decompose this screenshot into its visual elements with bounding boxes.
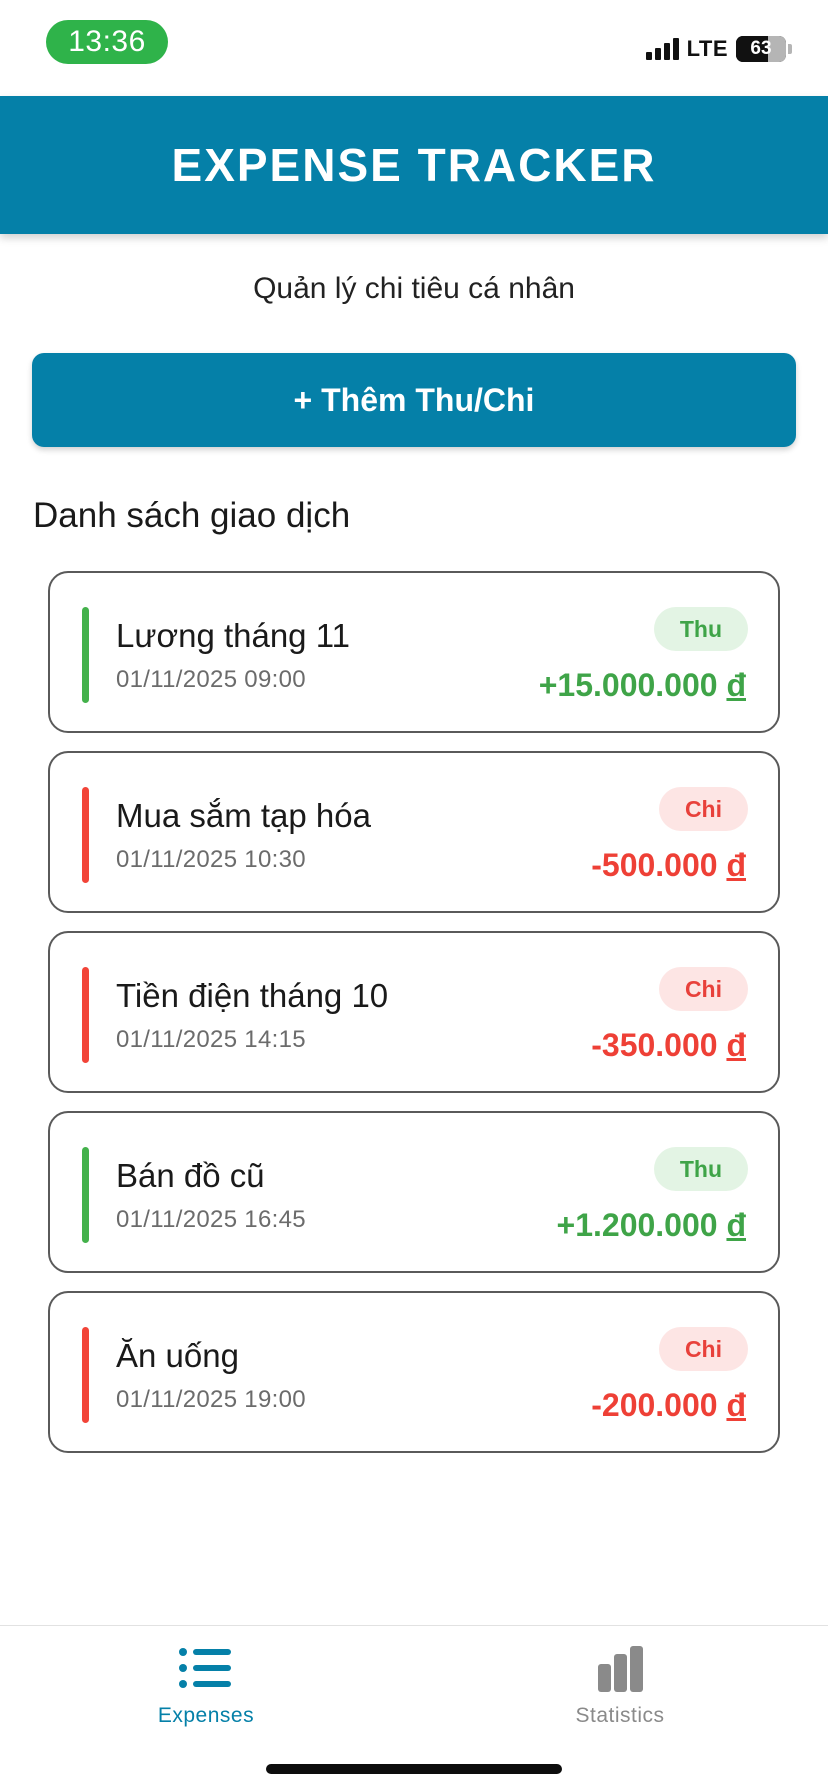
transaction-amount: +1.200.000 đ [557, 1207, 746, 1244]
transaction-datetime: 01/11/2025 09:00 [116, 666, 306, 693]
transaction-name: Ăn uống [116, 1337, 239, 1374]
transaction-list: Lương tháng 11 01/11/2025 09:00 Thu +15.… [48, 571, 780, 1471]
transaction-datetime: 01/11/2025 14:15 [116, 1026, 306, 1053]
home-indicator [266, 1764, 562, 1774]
app-screen: 13:36 LTE 63 EXPENSE TRACKER Quản lý chi… [0, 0, 828, 1792]
transaction-type-badge: Chi [658, 787, 748, 831]
app-header: EXPENSE TRACKER [0, 96, 828, 234]
expense-indicator-bar [82, 787, 89, 883]
transaction-card[interactable]: Lương tháng 11 01/11/2025 09:00 Thu +15.… [48, 571, 780, 733]
transaction-type-badge: Chi [658, 967, 748, 1011]
status-bar: 13:36 LTE 63 [0, 0, 828, 96]
currency-symbol: đ [726, 1027, 746, 1063]
transaction-datetime: 01/11/2025 10:30 [116, 846, 306, 873]
battery-tip [788, 44, 792, 54]
expense-indicator-bar [82, 1327, 89, 1423]
amount-value: -200.000 [591, 1387, 718, 1423]
transaction-datetime: 01/11/2025 19:00 [116, 1386, 306, 1413]
currency-symbol: đ [726, 1387, 746, 1423]
amount-value: +1.200.000 [556, 1207, 718, 1243]
transaction-type-badge: Thu [653, 607, 748, 651]
transaction-type-badge: Thu [653, 1147, 748, 1191]
transaction-name: Lương tháng 11 [116, 617, 350, 654]
currency-symbol: đ [726, 667, 746, 703]
bar-chart-icon [598, 1646, 643, 1692]
amount-value: -500.000 [591, 847, 718, 883]
amount-value: -350.000 [591, 1027, 718, 1063]
tab-expenses-label: Expenses [157, 1704, 255, 1727]
expense-indicator-bar [82, 967, 89, 1063]
transaction-list-title: Danh sách giao dịch [33, 496, 351, 535]
transaction-amount: -350.000 đ [591, 1027, 746, 1064]
transaction-amount: -200.000 đ [591, 1387, 746, 1424]
transaction-name: Tiền điện tháng 10 [116, 977, 389, 1014]
list-icon [179, 1648, 231, 1688]
amount-value: +15.000.000 [538, 667, 718, 703]
transaction-card[interactable]: Bán đồ cũ 01/11/2025 16:45 Thu +1.200.00… [48, 1111, 780, 1273]
add-transaction-button[interactable]: + Thêm Thu/Chi [32, 353, 796, 447]
page-subtitle: Quản lý chi tiêu cá nhân [253, 272, 575, 305]
transaction-name: Bán đồ cũ [116, 1157, 265, 1194]
currency-symbol: đ [726, 847, 746, 883]
transaction-amount: -500.000 đ [591, 847, 746, 884]
battery-level: 63 [750, 38, 772, 59]
income-indicator-bar [82, 607, 89, 703]
battery-icon: 63 [736, 36, 786, 62]
network-type: LTE [686, 36, 728, 61]
income-indicator-bar [82, 1147, 89, 1243]
transaction-card[interactable]: Ăn uống 01/11/2025 19:00 Chi -200.000 đ [48, 1291, 780, 1453]
transaction-amount: +15.000.000 đ [539, 667, 746, 704]
status-indicators: LTE 63 [645, 34, 792, 64]
currency-symbol: đ [726, 1207, 746, 1243]
tab-statistics-label: Statistics [575, 1704, 665, 1727]
signal-icon [645, 38, 679, 60]
status-time[interactable]: 13:36 [46, 20, 168, 64]
tab-expenses[interactable]: Expenses [106, 1644, 306, 1728]
transaction-card[interactable]: Tiền điện tháng 10 01/11/2025 14:15 Chi … [48, 931, 780, 1093]
transaction-datetime: 01/11/2025 16:45 [116, 1206, 306, 1233]
transaction-card[interactable]: Mua sắm tạp hóa 01/11/2025 10:30 Chi -50… [48, 751, 780, 913]
app-title: EXPENSE TRACKER [171, 139, 657, 191]
tab-statistics[interactable]: Statistics [520, 1644, 720, 1728]
transaction-type-badge: Chi [658, 1327, 748, 1371]
transaction-name: Mua sắm tạp hóa [116, 797, 371, 834]
